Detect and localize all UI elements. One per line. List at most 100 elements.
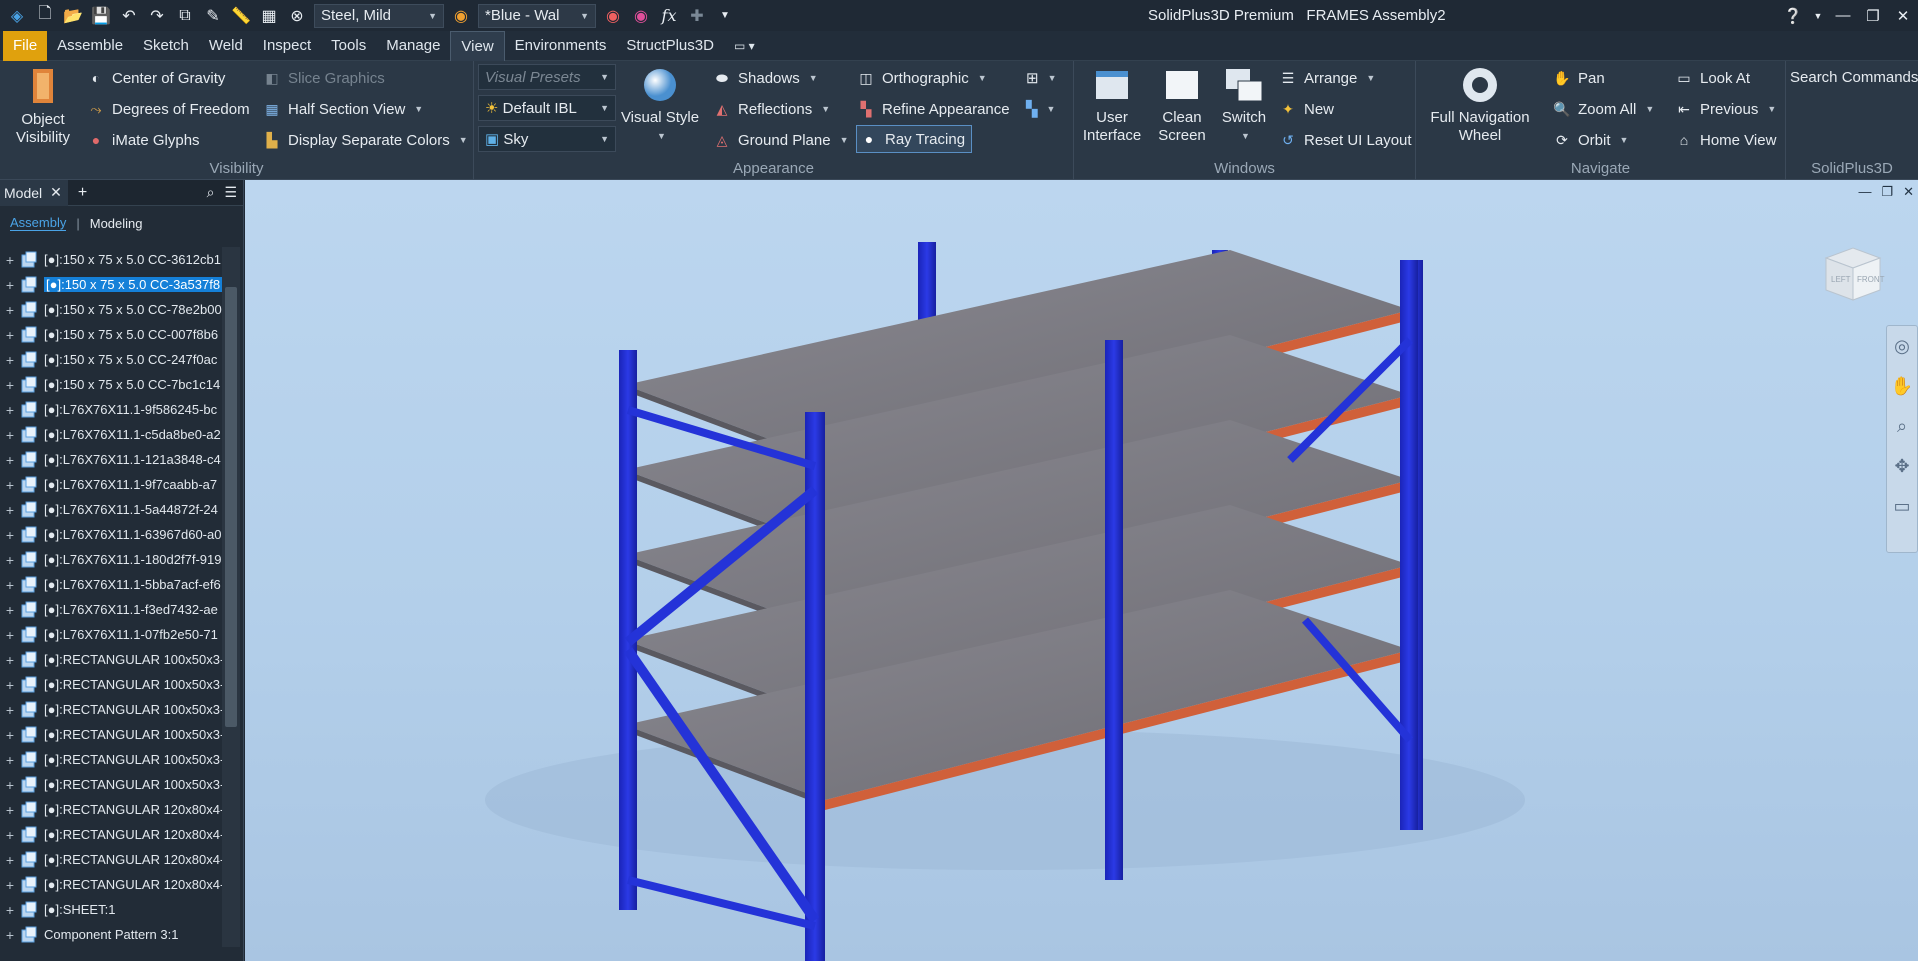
tree-item[interactable]: + [●]:150 x 75 x 5.0 CC-247f0ac [0, 347, 244, 372]
expand-icon[interactable]: + [0, 452, 20, 468]
half-section-view-button[interactable]: ▦ Half Section View ▼ [262, 96, 423, 122]
expand-icon[interactable]: + [0, 377, 20, 393]
app-logo-icon[interactable]: ◈ [4, 3, 30, 29]
look-at-tool-icon[interactable]: ▭ [1887, 486, 1917, 526]
new-window-button[interactable]: ✦ New [1278, 96, 1334, 122]
expand-icon[interactable]: + [0, 777, 20, 793]
center-of-gravity-button[interactable]: ◐ Center of Gravity [86, 65, 226, 91]
shadows-button[interactable]: ⬬ Shadows ▼ [712, 65, 818, 91]
search-commands-button[interactable]: Search Commands [1790, 64, 1918, 90]
parts-icon[interactable]: ▦ [256, 3, 282, 29]
appearance-select[interactable]: *Blue - Wal ▼ [478, 3, 596, 28]
menu-icon[interactable]: ☰ [224, 184, 237, 201]
expand-icon[interactable]: + [0, 527, 20, 543]
menu-manage[interactable]: Manage [376, 31, 450, 61]
save-icon[interactable]: 💾 [88, 3, 114, 29]
tree-item[interactable]: + [●]:150 x 75 x 5.0 CC-78e2b00 [0, 297, 244, 322]
expand-icon[interactable]: + [0, 427, 20, 443]
arrange-button[interactable]: ☰ Arrange ▼ [1278, 65, 1376, 91]
degrees-of-freedom-button[interactable]: ⤳ Degrees of Freedom [86, 96, 249, 122]
material-sphere-icon[interactable]: ⊗ [284, 3, 310, 29]
full-navigation-wheel-button[interactable]: Full Navigation Wheel [1426, 65, 1534, 145]
sky-select[interactable]: ▣ Sky ▼ [478, 126, 616, 152]
restore-icon[interactable]: ❐ [1858, 7, 1888, 25]
imate-glyphs-button[interactable]: ● iMate Glyphs [86, 127, 200, 153]
close-tab-icon[interactable]: ✕ [50, 184, 62, 201]
menu-weld[interactable]: Weld [199, 31, 253, 61]
reset-ui-layout-button[interactable]: ↺ Reset UI Layout [1278, 127, 1411, 153]
ray-tracing-button[interactable]: ● Ray Tracing [856, 125, 973, 153]
tree-item[interactable]: + [●]:SHEET:1 [0, 897, 244, 922]
menu-environments[interactable]: Environments [505, 31, 617, 61]
expand-icon[interactable]: + [0, 877, 20, 893]
add-icon[interactable]: ✚ [684, 3, 710, 29]
redo-icon[interactable]: ↷ [144, 3, 170, 29]
orthographic-button[interactable]: ◫ Orthographic ▼ [856, 65, 986, 91]
menu-structplus3d[interactable]: StructPlus3D [616, 31, 724, 61]
ground-plane-button[interactable]: ◬ Ground Plane ▼ [712, 127, 849, 153]
tree-item[interactable]: + [●]:L76X76X11.1-180d2f7f-919 [0, 547, 244, 572]
expand-icon[interactable]: + [0, 752, 20, 768]
tree-item[interactable]: + [●]:L76X76X11.1-5a44872f-24 [0, 497, 244, 522]
tree-item[interactable]: + [●]:RECTANGULAR 100x50x3-b [0, 647, 244, 672]
slice-graphics-button[interactable]: ◧ Slice Graphics [262, 65, 384, 91]
look-at-button[interactable]: ▭ Look At [1674, 65, 1750, 91]
home-view-button[interactable]: ⌂ Home View [1674, 127, 1777, 153]
tree-item[interactable]: + [●]:L76X76X11.1-9f7caabb-a7 [0, 472, 244, 497]
user-interface-button[interactable]: User Interface [1082, 65, 1142, 145]
tree-item[interactable]: + [●]:150 x 75 x 5.0 CC-7bc1c14 [0, 372, 244, 397]
menu-inspect[interactable]: Inspect [253, 31, 321, 61]
shelving-rack-model[interactable] [245, 180, 1918, 961]
pan-tool-icon[interactable]: ✋ [1887, 366, 1917, 406]
expand-icon[interactable]: + [0, 327, 20, 343]
undo-icon[interactable]: ↶ [116, 3, 142, 29]
graphics-viewport[interactable]: — ❐ ✕ LEFT FRONT ◎ ✋ ⌕ ✥ ▭ [245, 180, 1918, 961]
function-icon[interactable]: fx [656, 3, 682, 29]
expand-icon[interactable]: + [0, 602, 20, 618]
tree-item[interactable]: + [●]:RECTANGULAR 100x50x3-c [0, 772, 244, 797]
ribbon-toggle-icon[interactable]: ▭ ▾ [724, 31, 765, 61]
steering-wheel-icon[interactable]: ◎ [1887, 326, 1917, 366]
tree-item[interactable]: + [●]:RECTANGULAR 120x80x4-9 [0, 847, 244, 872]
expand-icon[interactable]: + [0, 277, 20, 293]
expand-icon[interactable]: + [0, 577, 20, 593]
help-dropdown-icon[interactable]: ▼ [1808, 11, 1828, 21]
sketch-tool-icon[interactable]: ✎ [200, 3, 226, 29]
tree-scrollbar[interactable] [222, 247, 240, 947]
view-cube[interactable]: LEFT FRONT [1820, 240, 1886, 306]
object-visibility-button[interactable]: Object Visibility [6, 67, 80, 147]
previous-view-button[interactable]: ⇤ Previous ▼ [1674, 96, 1776, 122]
ibl-select[interactable]: ☀ Default IBL ▼ [478, 95, 616, 121]
tree-item[interactable]: + [●]:RECTANGULAR 120x80x4-e [0, 872, 244, 897]
tree-item[interactable]: + [●]:RECTANGULAR 120x80x4-3 [0, 822, 244, 847]
expand-icon[interactable]: + [0, 352, 20, 368]
expand-icon[interactable]: + [0, 627, 20, 643]
expand-icon[interactable]: + [0, 727, 20, 743]
tree-item[interactable]: + [●]:L76X76X11.1-c5da8be0-a2 [0, 422, 244, 447]
tree-item[interactable]: + [●]:L76X76X11.1-07fb2e50-71 [0, 622, 244, 647]
menu-tools[interactable]: Tools [321, 31, 376, 61]
add-tab-icon[interactable]: + [78, 184, 87, 202]
scrollbar-thumb[interactable] [225, 287, 237, 727]
expand-icon[interactable]: + [0, 402, 20, 418]
texture-toggle-icon[interactable]: ⊞ ▼ [1026, 65, 1057, 91]
pan-button[interactable]: ✋ Pan [1552, 65, 1604, 91]
clean-screen-button[interactable]: Clean Screen [1154, 65, 1210, 145]
new-icon[interactable]: 🗋 [32, 3, 58, 29]
expand-icon[interactable]: + [0, 852, 20, 868]
tree-item[interactable]: + [●]:RECTANGULAR 120x80x4-0 [0, 797, 244, 822]
display-mode-icon[interactable]: ▚ ▼ [1026, 96, 1055, 122]
color-wheel-icon[interactable]: ◉ [448, 3, 474, 29]
expand-icon[interactable]: + [0, 802, 20, 818]
expand-icon[interactable]: + [0, 902, 20, 918]
tree-item[interactable]: + [●]:L76X76X11.1-121a3848-c4 [0, 447, 244, 472]
menu-file[interactable]: File [3, 30, 48, 61]
clear-appearance-icon[interactable]: ◉ [628, 3, 654, 29]
display-separate-colors-button[interactable]: ▙ Display Separate Colors ▼ [262, 127, 468, 153]
expand-icon[interactable]: + [0, 652, 20, 668]
expand-icon[interactable]: + [0, 477, 20, 493]
tree-item[interactable]: + [●]:RECTANGULAR 100x50x3-3 [0, 722, 244, 747]
visual-style-button[interactable]: Visual Style ▼ [620, 65, 700, 145]
tree-item[interactable]: + [●]:150 x 75 x 5.0 CC-3a537f8 [0, 272, 244, 297]
open-icon[interactable]: 📂 [60, 3, 86, 29]
